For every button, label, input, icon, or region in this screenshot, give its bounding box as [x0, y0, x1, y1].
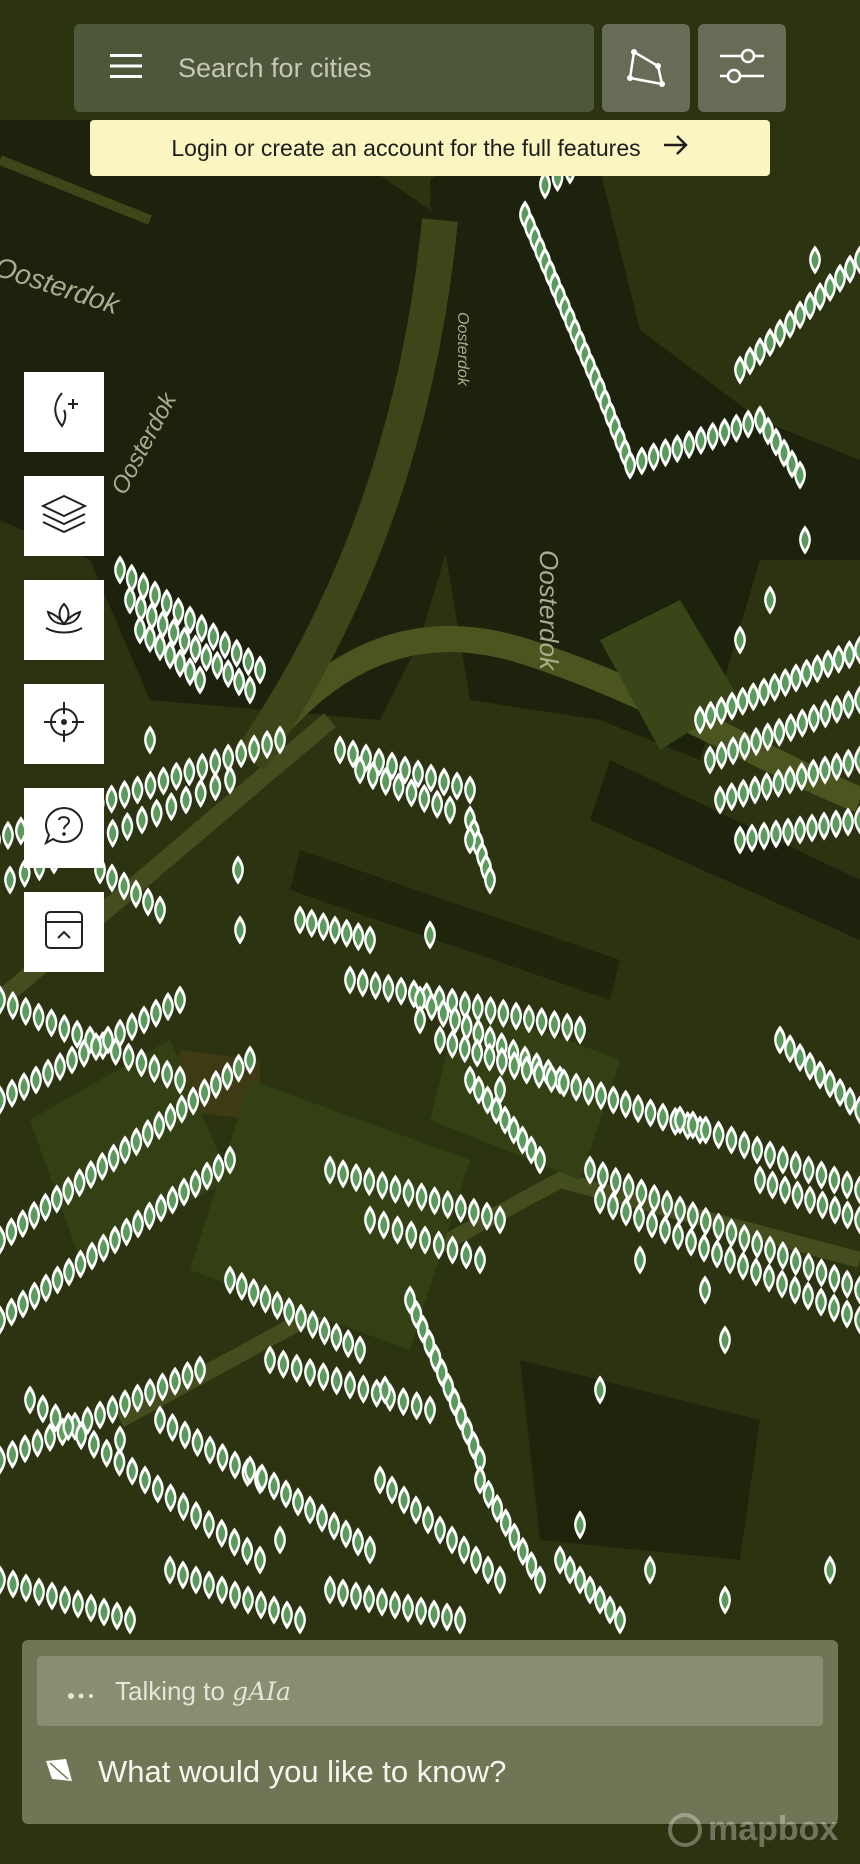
- chat-panel: Talking to gAIa: [22, 1640, 838, 1824]
- search-input[interactable]: [178, 24, 594, 112]
- typing-dots-icon: [67, 1676, 95, 1707]
- add-tree-button[interactable]: [24, 372, 104, 452]
- login-banner-text: Login or create an account for the full …: [171, 134, 641, 161]
- locate-button[interactable]: [24, 684, 104, 764]
- panel-expand-icon: [44, 910, 84, 955]
- arrow-right-icon: [663, 134, 689, 162]
- login-banner[interactable]: Login or create an account for the full …: [90, 120, 770, 176]
- locate-crosshair-icon: [42, 700, 86, 749]
- menu-button[interactable]: [74, 24, 178, 112]
- status-prefix: Talking to: [115, 1675, 225, 1706]
- help-chat-icon: [43, 805, 85, 852]
- mapbox-attribution[interactable]: mapbox: [668, 1810, 838, 1849]
- status-text: Talking to gAIa: [115, 1676, 291, 1707]
- layers-button[interactable]: [24, 476, 104, 556]
- draw-area-button[interactable]: [602, 24, 690, 112]
- filter-button[interactable]: [698, 24, 786, 112]
- water-label: Oosterdok: [534, 550, 564, 672]
- sliders-icon: [718, 44, 766, 93]
- assistant-status: Talking to gAIa: [37, 1656, 823, 1726]
- panel-button[interactable]: [24, 892, 104, 972]
- water-label: Oosterdok: [454, 312, 471, 387]
- search-bar: [74, 24, 594, 112]
- leaf-icon: [44, 1757, 74, 1788]
- mapbox-logo-icon: [668, 1812, 702, 1847]
- add-leaf-icon: [44, 390, 84, 435]
- attribution-text: mapbox: [708, 1810, 839, 1848]
- ask-row: [44, 1732, 824, 1812]
- nature-button[interactable]: [24, 580, 104, 660]
- assistant-name: gAIa: [232, 1676, 291, 1706]
- tree-map[interactable]: Oosterdok Oosterdok Oosterdok Oosterdok: [0, 0, 860, 1864]
- lotus-icon: [44, 600, 84, 641]
- help-button[interactable]: [24, 788, 104, 868]
- hamburger-icon: [110, 53, 142, 84]
- layers-icon: [40, 492, 88, 541]
- chat-input[interactable]: [98, 1744, 824, 1800]
- polygon-icon: [624, 44, 668, 93]
